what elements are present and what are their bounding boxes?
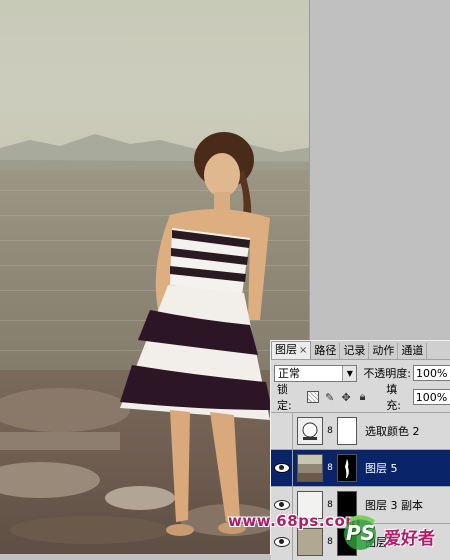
layer-name: 图层 3 副本 [365,499,423,512]
fill-input[interactable]: 100% [412,389,450,405]
lock-all-icon[interactable]: 🔒︎ [357,390,368,403]
lock-fill-row: 锁定: ✎ ✥ 🔒︎ 填充: 100% [277,383,450,412]
blend-mode-select[interactable]: 正常 ▼ [274,364,358,382]
site-logo: PS 爱好者 [340,512,450,554]
tab-history[interactable]: 记录 [340,343,370,359]
lock-image-brush-icon[interactable]: ✎ [324,391,335,404]
visibility-toggle-empty[interactable] [271,413,293,449]
visibility-toggle[interactable] [271,450,293,486]
link-icon[interactable]: 8 [325,463,335,473]
eye-icon [273,463,290,473]
tab-layers[interactable]: 图层 × [271,341,312,359]
lock-transparency-icon[interactable] [307,391,319,403]
adjustment-layer-icon [297,417,323,445]
layer-name: 选取颜色 2 [365,425,420,438]
blend-mode-value: 正常 [278,367,300,380]
woman-figure [120,132,272,536]
close-icon[interactable]: × [299,345,307,356]
opacity-label: 不透明度: [363,367,412,380]
lock-label: 锁定: [277,383,292,412]
layer-thumbnail [297,454,323,482]
tab-paths[interactable]: 路径 [311,343,341,359]
eye-icon [273,537,290,547]
link-icon[interactable]: 8 [325,500,335,510]
chevron-down-icon[interactable]: ▼ [342,365,357,381]
opacity-input[interactable]: 100% [413,365,450,381]
eye-icon [273,500,290,510]
logo-text: 爱好者 [384,529,435,549]
link-icon[interactable]: 8 [325,426,335,436]
layer-name: 图层 5 [365,462,398,475]
layer-mask-thumbnail[interactable] [337,454,357,482]
tab-layers-label: 图层 [275,343,297,356]
tab-actions[interactable]: 动作 [369,343,399,359]
tab-channels[interactable]: 通道 [398,343,428,359]
panel-tabs: 图层 × 路径 记录 动作 通道 [271,341,450,360]
layer-row[interactable]: 8 选取颜色 2 [271,412,450,449]
layer-thumbnail [297,528,323,556]
blend-opacity-row: 正常 ▼ 不透明度: 100% [274,363,450,383]
layer-mask-thumbnail[interactable] [337,417,357,445]
lock-position-move-icon[interactable]: ✥ [340,391,351,404]
layer-row-selected[interactable]: 8 图层 5 [271,449,450,486]
logo-letters: PS [346,521,376,545]
fill-label: 填充: [386,383,401,412]
link-icon[interactable]: 8 [325,537,335,547]
